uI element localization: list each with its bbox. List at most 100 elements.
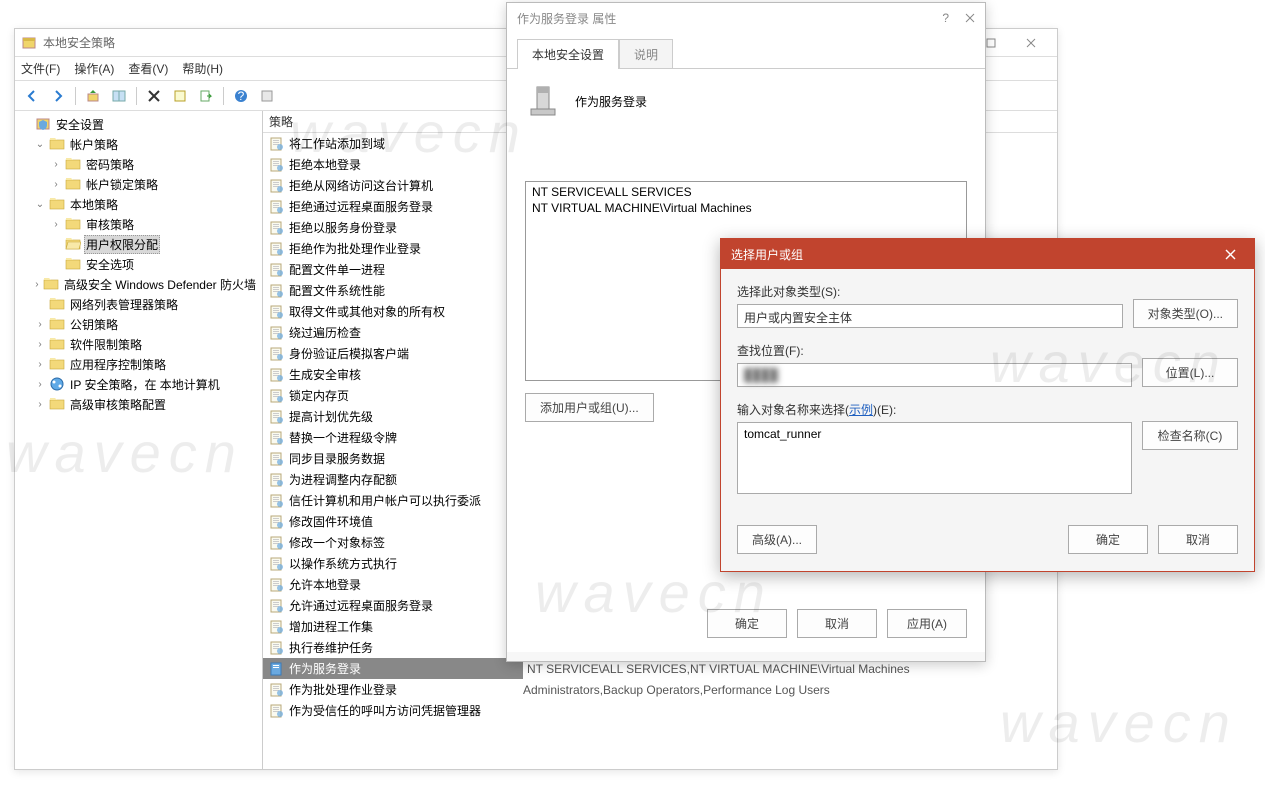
tree-label: 网络列表管理器策略 [68, 296, 180, 313]
tree-item[interactable]: ›密码策略 [18, 154, 262, 174]
folder-icon [49, 356, 65, 372]
menu-help[interactable]: 帮助(H) [182, 60, 223, 77]
expand-icon[interactable]: › [34, 279, 40, 290]
folder-icon [65, 256, 81, 272]
tab-explain[interactable]: 说明 [619, 39, 673, 69]
tree-item[interactable]: ›高级审核策略配置 [18, 394, 262, 414]
policy-name: 取得文件或其他对象的所有权 [289, 303, 519, 320]
tree-item[interactable]: ›公钥策略 [18, 314, 262, 334]
tree-label: 用户权限分配 [84, 235, 160, 254]
tree-item[interactable]: 网络列表管理器策略 [18, 294, 262, 314]
close-icon[interactable] [1216, 243, 1244, 265]
tree-label: 安全选项 [84, 256, 136, 273]
add-user-group-button[interactable]: 添加用户或组(U)... [525, 393, 654, 422]
tree-label: 审核策略 [84, 216, 136, 233]
apply-button[interactable]: 应用(A) [887, 609, 967, 638]
expand-icon[interactable]: › [34, 399, 46, 410]
expand-icon[interactable]: ⌄ [34, 139, 46, 150]
advanced-button[interactable]: 高级(A)... [737, 525, 817, 554]
folder-icon [43, 276, 59, 292]
policy-name: 身份验证后模拟客户端 [289, 345, 519, 362]
policy-row[interactable]: 作为受信任的呼叫方访问凭据管理器 [263, 700, 1057, 721]
check-names-button[interactable]: 检查名称(C) [1142, 421, 1238, 450]
tree-item[interactable]: 安全选项 [18, 254, 262, 274]
member-item[interactable]: NT SERVICE\ALL SERVICES [528, 184, 964, 200]
policy-icon [269, 367, 285, 383]
policy-icon [269, 430, 285, 446]
help-icon[interactable]: ? [942, 11, 949, 25]
member-item[interactable]: NT VIRTUAL MACHINE\Virtual Machines [528, 200, 964, 216]
expand-icon[interactable]: › [50, 179, 62, 190]
app-icon [21, 35, 37, 51]
back-button[interactable] [21, 85, 43, 107]
expand-icon[interactable]: › [50, 219, 62, 230]
folder-icon [49, 396, 65, 412]
export-icon[interactable] [195, 85, 217, 107]
forward-button[interactable] [47, 85, 69, 107]
up-icon[interactable] [82, 85, 104, 107]
object-types-button[interactable]: 对象类型(O)... [1133, 299, 1238, 328]
policy-icon [269, 283, 285, 299]
policy-name: 将工作站添加到域 [289, 135, 519, 152]
policy-row[interactable]: 作为批处理作业登录Administrators,Backup Operators… [263, 679, 1057, 700]
tree-label: IP 安全策略，在 本地计算机 [68, 376, 222, 393]
delete-icon[interactable] [143, 85, 165, 107]
column-policy[interactable]: 策略 [263, 113, 523, 130]
ok-button[interactable]: 确定 [707, 609, 787, 638]
expand-icon[interactable]: › [34, 379, 46, 390]
object-names-input[interactable] [737, 422, 1132, 494]
tree-item[interactable]: › 高级安全 Windows Defender 防火墙 [18, 274, 262, 294]
close-icon[interactable] [965, 13, 975, 23]
tab-local-security[interactable]: 本地安全设置 [517, 39, 619, 69]
close-button[interactable] [1011, 31, 1051, 55]
expand-icon[interactable]: › [34, 319, 46, 330]
menu-view[interactable]: 查看(V) [128, 60, 168, 77]
tree-item[interactable]: 用户权限分配 [18, 234, 262, 254]
sel-titlebar[interactable]: 选择用户或组 [721, 239, 1254, 269]
policy-name: 为进程调整内存配额 [289, 471, 519, 488]
tree-pane[interactable]: 安全设置 ⌄ 帐户策略›密码策略›帐户锁定策略⌄本地策略 › 审核策略用户权限分配安全选… [15, 111, 263, 769]
cancel-button[interactable]: 取消 [1158, 525, 1238, 554]
tree-item[interactable]: ›软件限制策略 [18, 334, 262, 354]
ok-button[interactable]: 确定 [1068, 525, 1148, 554]
policy-icon [269, 199, 285, 215]
menu-file[interactable]: 文件(F) [21, 60, 60, 77]
policy-icon [269, 661, 285, 677]
policy-name: 作为受信任的呼叫方访问凭据管理器 [289, 702, 519, 719]
properties-icon[interactable] [169, 85, 191, 107]
refresh-icon[interactable] [256, 85, 278, 107]
policy-name: 拒绝作为批处理作业登录 [289, 240, 519, 257]
policy-icon [269, 577, 285, 593]
menu-action[interactable]: 操作(A) [74, 60, 114, 77]
tree-item[interactable]: ⌄ 帐户策略 [18, 134, 262, 154]
object-type-label: 选择此对象类型(S): [737, 283, 1123, 300]
examples-link[interactable]: 示例 [849, 403, 873, 417]
expand-icon[interactable]: › [34, 339, 46, 350]
tree-item[interactable]: › IP 安全策略，在 本地计算机 [18, 374, 262, 394]
prop-titlebar[interactable]: 作为服务登录 属性 ? [507, 3, 985, 33]
policy-icon [269, 178, 285, 194]
folder-icon [49, 336, 65, 352]
tree-item[interactable]: 安全设置 [18, 114, 262, 134]
expand-icon[interactable]: ⌄ [34, 199, 46, 210]
help-icon[interactable]: ? [230, 85, 252, 107]
locations-button[interactable]: 位置(L)... [1142, 358, 1238, 387]
expand-icon[interactable]: › [34, 359, 46, 370]
tree-item[interactable]: › 审核策略 [18, 214, 262, 234]
policy-icon [269, 136, 285, 152]
tree-item[interactable]: › 应用程序控制策略 [18, 354, 262, 374]
tree-label: 高级安全 Windows Defender 防火墙 [62, 276, 258, 293]
view-icon[interactable] [108, 85, 130, 107]
cancel-button[interactable]: 取消 [797, 609, 877, 638]
policy-name: 拒绝从网络访问这台计算机 [289, 177, 519, 194]
tree-item[interactable]: ›帐户锁定策略 [18, 174, 262, 194]
tree-label: 应用程序控制策略 [68, 356, 168, 373]
folder-icon [65, 216, 81, 232]
expand-icon[interactable]: › [50, 159, 62, 170]
policy-setting: NT SERVICE\ALL SERVICES,NT VIRTUAL MACHI… [523, 662, 1057, 676]
tree-item[interactable]: ⌄本地策略 [18, 194, 262, 214]
policy-icon [269, 598, 285, 614]
tree-label: 帐户策略 [68, 136, 120, 153]
policy-icon [269, 556, 285, 572]
policy-name: 生成安全审核 [289, 366, 519, 383]
